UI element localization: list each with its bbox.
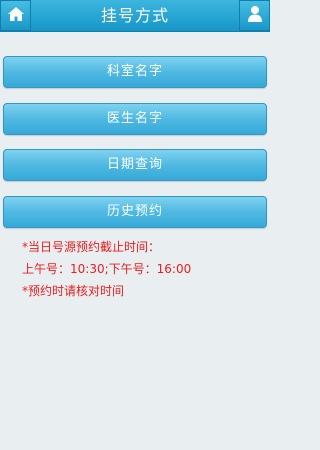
page-title: 挂号方式 <box>100 6 169 25</box>
notice-line-check: *预约时请核对时间 <box>22 284 125 298</box>
user-button[interactable] <box>239 0 270 31</box>
user-icon <box>247 5 263 27</box>
booking-notice: *当日号源预约截止时间： 上午号：10:30;下午号：16:00 *预约时请核对… <box>22 236 191 302</box>
date-query-button[interactable]: 日期查询 <box>3 149 267 181</box>
top-bar: 挂号方式 <box>0 0 270 32</box>
history-appointments-button[interactable]: 历史预约 <box>3 196 267 228</box>
doctor-name-button[interactable]: 医生名字 <box>3 103 267 135</box>
notice-line-cutoff: *当日号源预约截止时间： <box>22 240 161 254</box>
notice-line-times: 上午号：10:30;下午号：16:00 <box>22 262 192 276</box>
department-name-button[interactable]: 科室名字 <box>3 56 267 88</box>
